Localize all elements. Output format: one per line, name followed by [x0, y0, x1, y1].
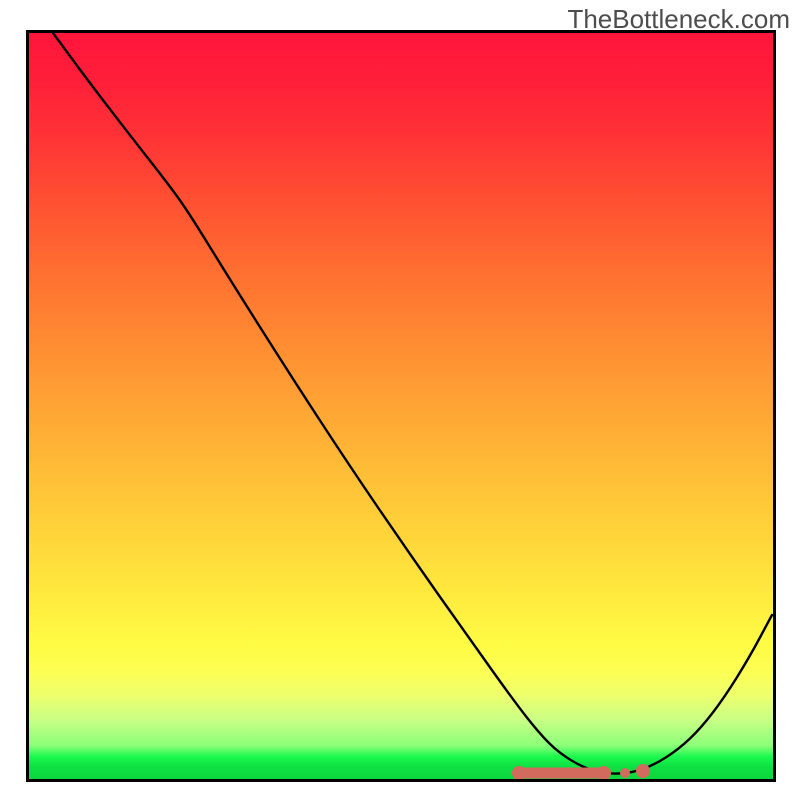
chart-frame: TheBottleneck.com	[0, 0, 800, 800]
bottleneck-curve	[53, 33, 772, 774]
valley-marker-dot	[636, 764, 650, 778]
curve-layer	[29, 33, 773, 779]
valley-marker-dot	[620, 768, 630, 778]
valley-marker-bar	[519, 768, 604, 779]
plot-area	[26, 30, 776, 782]
